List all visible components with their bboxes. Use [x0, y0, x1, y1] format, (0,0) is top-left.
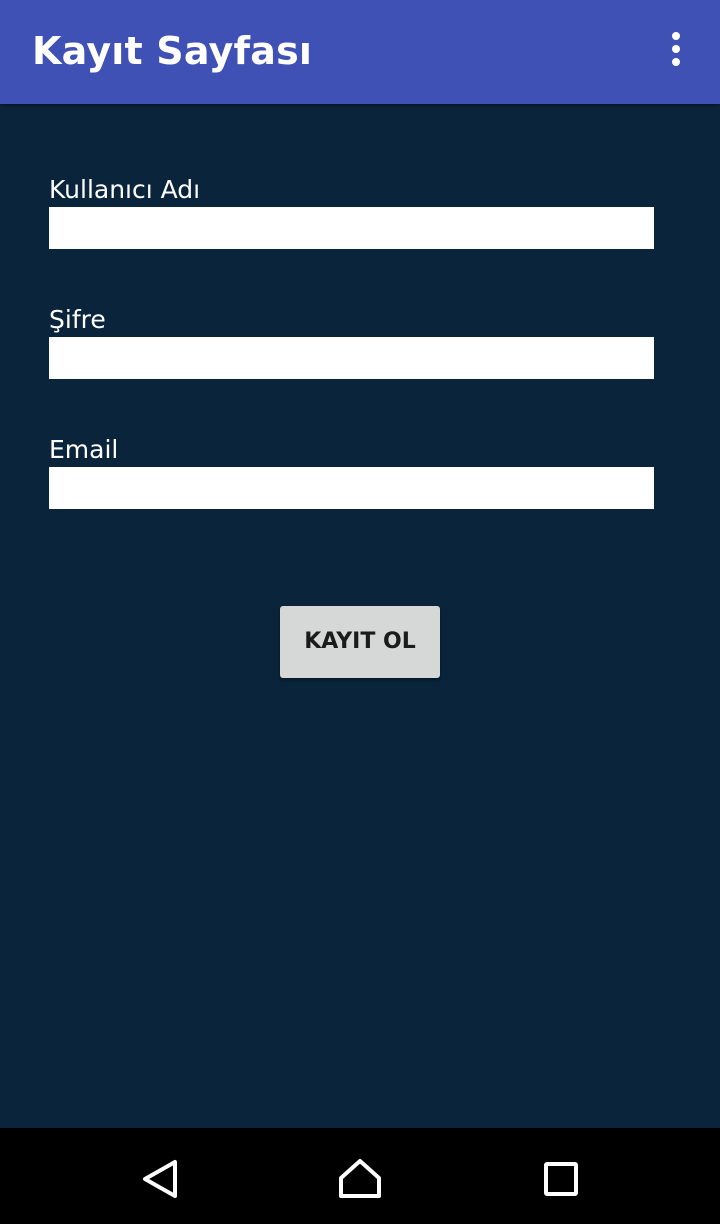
register-button[interactable]: KAYIT OL [280, 606, 440, 678]
username-field[interactable] [49, 207, 654, 249]
home-button[interactable] [300, 1128, 420, 1224]
password-label: Şifre [49, 305, 106, 334]
password-field[interactable] [49, 337, 654, 379]
recents-button[interactable] [500, 1128, 620, 1224]
back-button[interactable] [100, 1128, 220, 1224]
email-field[interactable] [49, 467, 654, 509]
page-title: Kayıt Sayfası [32, 29, 313, 73]
more-vert-icon [672, 32, 680, 40]
email-label: Email [49, 435, 119, 464]
app-bar: Kayıt Sayfası [0, 0, 720, 104]
overflow-menu-button[interactable] [652, 26, 700, 72]
home-icon [339, 1159, 381, 1198]
recents-square-icon [544, 1162, 578, 1196]
username-label: Kullanıcı Adı [49, 175, 201, 204]
back-triangle-icon [143, 1160, 177, 1198]
system-nav-bar [0, 1128, 720, 1224]
